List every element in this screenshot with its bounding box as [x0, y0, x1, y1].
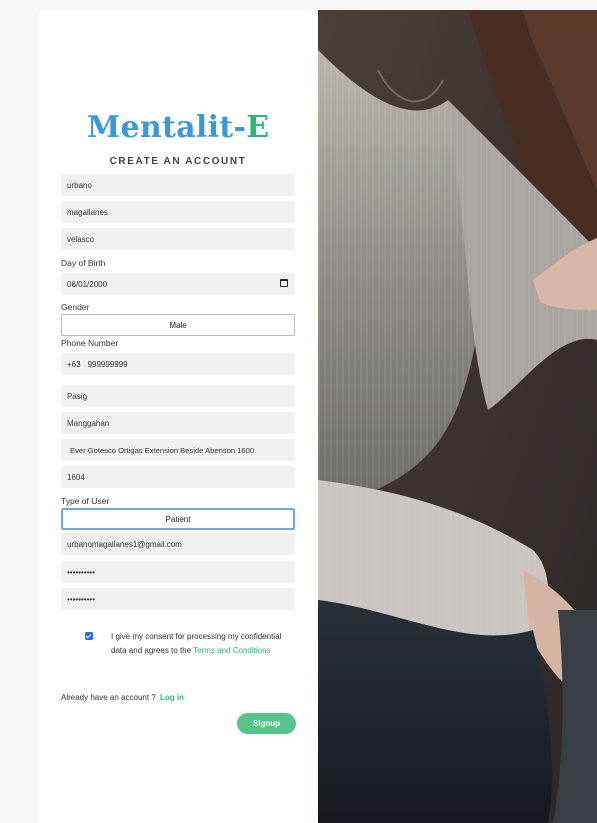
hero-photo-illustration — [318, 10, 597, 823]
gender-label: Gender — [61, 302, 90, 312]
gender-select[interactable]: Male — [61, 314, 295, 336]
last-name-value: velasco — [67, 234, 95, 244]
login-prompt-row: Already have an account ? Log in — [61, 693, 184, 702]
zip-field[interactable]: 1604 — [61, 466, 295, 488]
user-type-select[interactable]: Patient — [61, 508, 295, 530]
street-field[interactable]: Ever Gotesco Ortigas Extension Beside Ab… — [61, 439, 295, 461]
middle-name-field[interactable]: magallanes — [61, 201, 295, 223]
signup-panel: Mentalit-E CREATE AN ACCOUNT urbano maga… — [39, 10, 318, 823]
confirm-password-value: •••••••••• — [67, 594, 96, 604]
phone-label: Phone Number — [61, 338, 119, 348]
zip-value: 1604 — [67, 472, 85, 482]
last-name-field[interactable]: velasco — [61, 228, 295, 250]
user-type-label: Type of User — [61, 496, 110, 506]
consent-row: I give my consent for processing my conf… — [85, 630, 285, 657]
phone-prefix: +63 — [67, 359, 81, 369]
phone-field[interactable]: +63 999999999 — [61, 353, 295, 375]
dob-field[interactable]: 06/01/2000 — [61, 273, 295, 295]
city-field[interactable]: Pasig — [61, 385, 295, 407]
password-value: •••••••••• — [67, 567, 96, 577]
first-name-field[interactable]: urbano — [61, 174, 295, 196]
confirm-password-field[interactable]: •••••••••• — [61, 588, 295, 610]
hero-photo — [318, 10, 597, 823]
phone-value: 999999999 — [87, 359, 128, 369]
barangay-field[interactable]: Manggahan — [61, 412, 295, 434]
barangay-value: Manggahan — [67, 418, 110, 428]
signup-button[interactable]: Signup — [237, 713, 296, 734]
page: Mentalit-E CREATE AN ACCOUNT urbano maga… — [0, 0, 597, 823]
consent-checkbox[interactable] — [85, 632, 93, 640]
middle-name-value: magallanes — [67, 207, 108, 217]
brand-logo-part2: E — [246, 110, 270, 145]
login-prompt: Already have an account ? — [61, 693, 158, 702]
first-name-value: urbano — [67, 180, 92, 190]
page-title: CREATE AN ACCOUNT — [109, 156, 247, 167]
city-value: Pasig — [67, 391, 88, 401]
calendar-icon[interactable] — [280, 279, 288, 287]
dob-label: Day of Birth — [61, 258, 106, 268]
gender-value: Male — [169, 320, 187, 330]
brand-logo: Mentalit-E — [87, 110, 287, 145]
dob-value: 06/01/2000 — [67, 279, 108, 289]
email-value: urbanomagallanes1@gmail.com — [67, 539, 182, 549]
user-type-value: Patient — [165, 514, 191, 524]
login-link[interactable]: Log in — [160, 693, 184, 702]
consent-text: I give my consent for processing my conf… — [111, 630, 283, 657]
email-field[interactable]: urbanomagallanes1@gmail.com — [61, 533, 295, 555]
brand-logo-part1: Mentalit- — [87, 110, 247, 145]
street-value: Ever Gotesco Ortigas Extension Beside Ab… — [70, 445, 255, 455]
terms-link[interactable]: Terms and Conditions — [193, 646, 270, 655]
password-field[interactable]: •••••••••• — [61, 561, 295, 583]
